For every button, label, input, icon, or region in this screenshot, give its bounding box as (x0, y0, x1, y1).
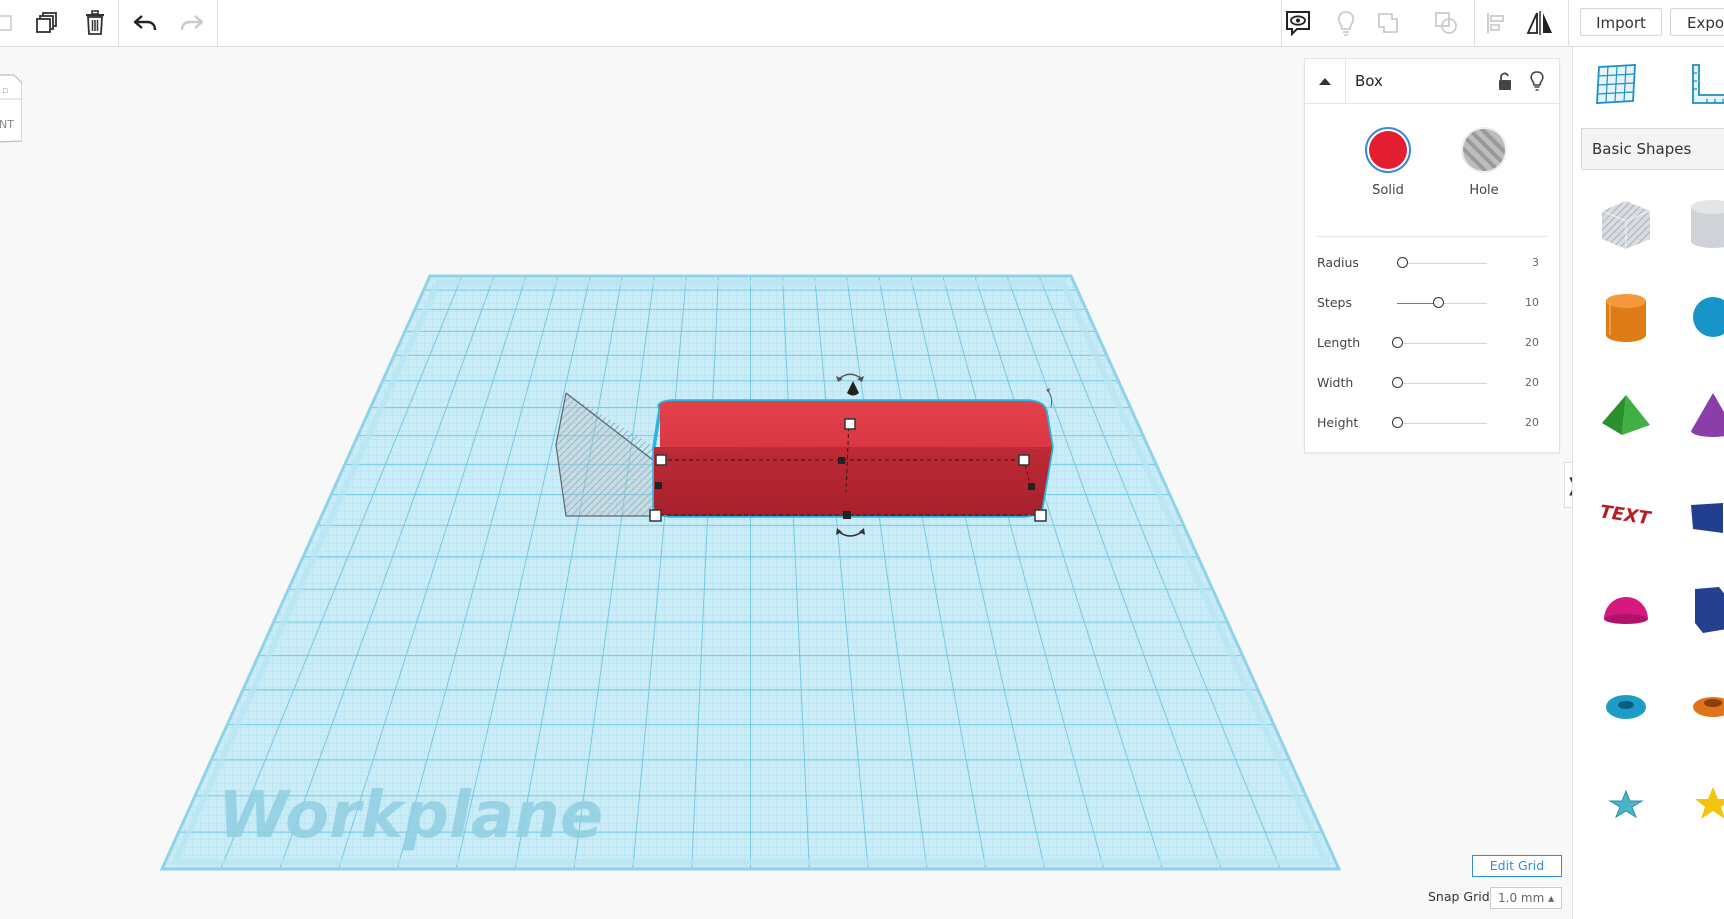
hole-option[interactable]: Hole (1444, 127, 1524, 198)
solid-option[interactable]: Solid (1348, 127, 1428, 198)
selected-box-object[interactable] (649, 399, 1054, 522)
ruler-icon[interactable] (1685, 59, 1724, 109)
steps-slider[interactable] (1397, 297, 1487, 308)
view-cube-front-label: NT (0, 118, 14, 131)
width-slider[interactable] (1392, 377, 1487, 388)
cylinder-hole-shape[interactable] (1683, 193, 1724, 253)
hole-label: Hole (1469, 183, 1499, 198)
lightbulb-icon[interactable] (1523, 67, 1551, 95)
trash-icon[interactable] (75, 0, 115, 46)
edit-grid-button[interactable]: Edit Grid (1472, 855, 1562, 877)
align-icon[interactable] (1476, 0, 1516, 46)
inspector-title: Box (1355, 72, 1383, 90)
svg-text:TEXT: TEXT (1598, 501, 1653, 529)
sphere-shape[interactable] (1683, 287, 1724, 347)
param-value[interactable]: 20 (1525, 416, 1539, 429)
ungroup-icon[interactable] (1426, 0, 1466, 46)
cone-shape[interactable] (1683, 387, 1724, 447)
toolbar-divider (1474, 0, 1475, 46)
tube-shape[interactable] (1683, 673, 1724, 733)
shape-inspector-panel: Box Solid Hole Radius 3 Steps 10 Length … (1304, 58, 1560, 453)
unlock-icon[interactable] (1491, 67, 1519, 95)
text-shape[interactable]: TEXT (1596, 483, 1656, 543)
hole-swatch[interactable] (1461, 127, 1507, 173)
slider-thumb[interactable] (1392, 417, 1403, 428)
star-gold-shape[interactable] (1683, 773, 1724, 833)
wedge-shape[interactable] (1683, 483, 1724, 543)
collapse-icon[interactable] (1305, 59, 1346, 103)
length-slider[interactable] (1392, 337, 1487, 348)
export-button[interactable]: Expor (1670, 8, 1724, 36)
param-label: Height (1317, 415, 1359, 430)
toolbar-divider (217, 0, 218, 46)
slider-thumb[interactable] (1392, 337, 1403, 348)
height-slider[interactable] (1392, 417, 1487, 428)
box-hole-shape[interactable] (1596, 193, 1656, 253)
inspector-header: Box (1305, 59, 1559, 104)
param-label: Width (1317, 375, 1354, 390)
param-radius: Radius 3 (1305, 255, 1561, 285)
param-length: Length 20 (1305, 335, 1561, 365)
param-height: Height 20 (1305, 415, 1561, 445)
torus-shape[interactable] (1596, 673, 1656, 733)
shapes-library-panel: Basic Shapes TEXT (1572, 47, 1724, 919)
solid-label: Solid (1372, 183, 1404, 198)
workplane-label: Workplane (218, 779, 603, 853)
inspector-divider (1317, 236, 1547, 237)
view-cube[interactable]: ▫ NT (0, 73, 23, 145)
shape-category-dropdown[interactable]: Basic Shapes (1581, 128, 1724, 170)
workplane-grid-icon[interactable] (1591, 59, 1641, 109)
param-label: Steps (1317, 295, 1352, 310)
copy-icon[interactable] (0, 0, 26, 46)
solid-swatch[interactable] (1365, 127, 1411, 173)
slider-thumb[interactable] (1396, 257, 1408, 268)
svg-text:▫: ▫ (2, 86, 8, 96)
param-label: Radius (1317, 255, 1359, 270)
cylinder-shape[interactable] (1596, 287, 1656, 347)
mirror-icon[interactable] (1520, 0, 1560, 46)
snap-grid-label: Snap Grid (1428, 889, 1490, 904)
param-value[interactable]: 10 (1525, 296, 1539, 309)
top-toolbar: Import Expor (0, 0, 1724, 47)
lightbulb-icon[interactable] (1326, 0, 1366, 46)
group-icon[interactable] (1368, 0, 1408, 46)
notes-eye-icon[interactable] (1278, 0, 1318, 46)
param-value[interactable]: 3 (1532, 256, 1539, 269)
param-steps: Steps 10 (1305, 295, 1561, 325)
import-button[interactable]: Import (1580, 8, 1662, 36)
duplicate-icon[interactable] (27, 0, 67, 46)
slider-thumb[interactable] (1392, 377, 1403, 388)
slider-thumb[interactable] (1432, 297, 1444, 308)
param-label: Length (1317, 335, 1361, 350)
param-width: Width 20 (1305, 375, 1561, 405)
radius-slider[interactable] (1396, 257, 1487, 268)
toolbar-divider (118, 0, 119, 46)
undo-icon[interactable] (125, 0, 165, 46)
star-shape[interactable] (1596, 773, 1656, 833)
polygon-shape[interactable] (1683, 579, 1724, 639)
half-sphere-shape[interactable] (1596, 579, 1656, 639)
toolbar-divider (1568, 0, 1569, 46)
param-value[interactable]: 20 (1525, 376, 1539, 389)
roof-shape[interactable] (1596, 387, 1656, 447)
param-value[interactable]: 20 (1525, 336, 1539, 349)
snap-grid-select[interactable]: 1.0 mm ▴ (1490, 887, 1562, 909)
redo-icon[interactable] (172, 0, 212, 46)
